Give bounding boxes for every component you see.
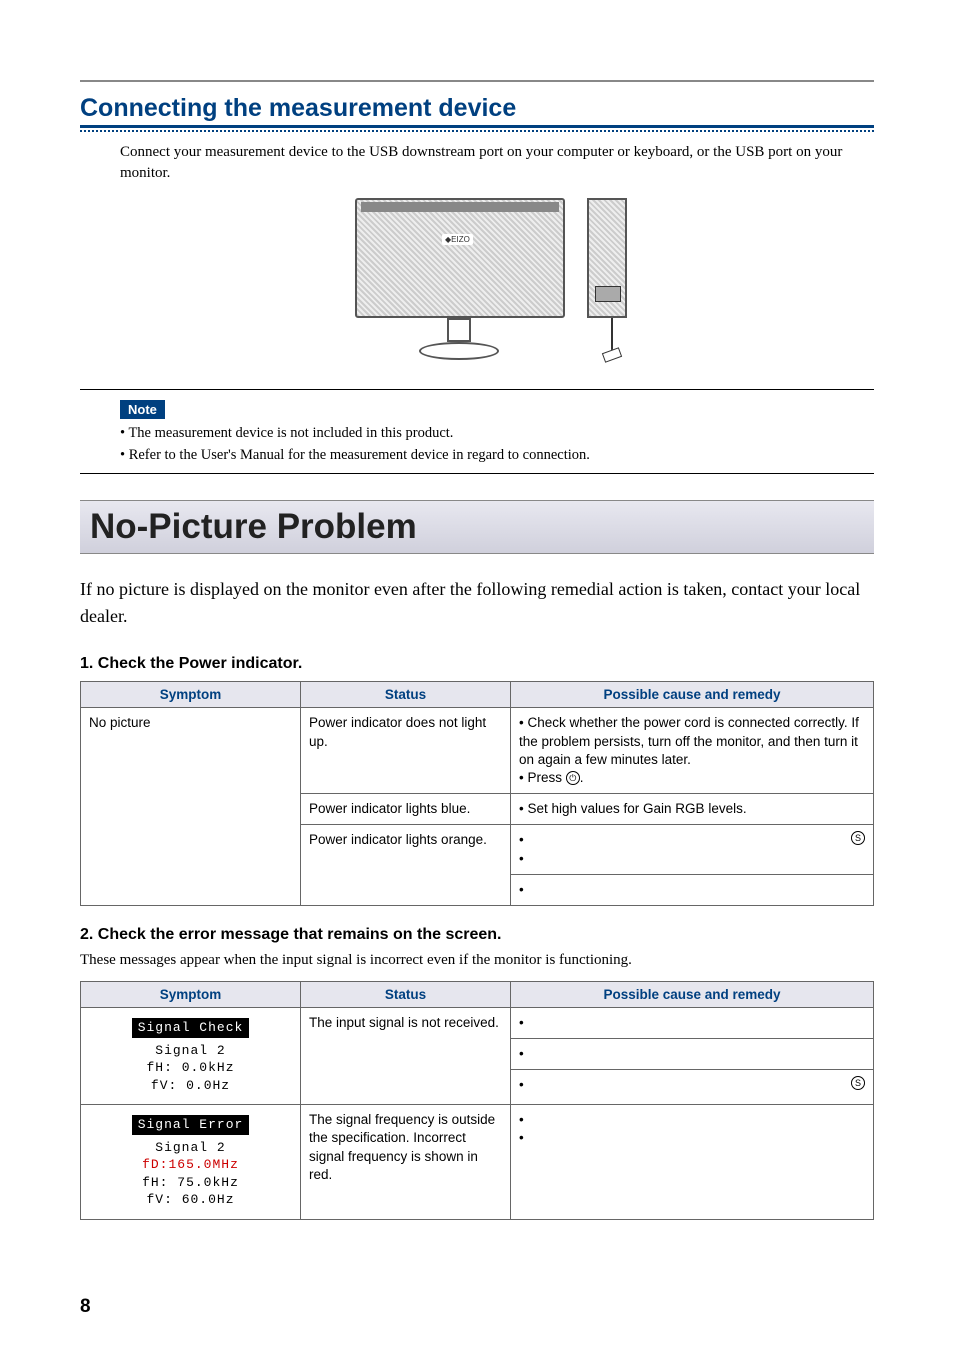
note-label: Note xyxy=(120,400,165,419)
sub2-note: These messages appear when the input sig… xyxy=(80,952,874,969)
table-row: No picture Power indicator does not ligh… xyxy=(81,708,874,794)
eizo-logo-icon: ◆EIZO xyxy=(442,234,473,245)
table-row: Signal Check Signal 2 fH: 0.0kHz fV: 0.0… xyxy=(81,1008,874,1105)
cell-status: Power indicator does not light up. xyxy=(301,708,511,794)
subhead-1: 1. Check the Power indicator. xyxy=(80,655,874,673)
s-button-icon: S xyxy=(851,1076,865,1090)
monitor-figure: ◆EIZO xyxy=(80,198,874,373)
cell-remedy: • • xyxy=(511,1105,874,1220)
col-status: Status xyxy=(301,982,511,1008)
usb-port-icon xyxy=(595,286,621,302)
signal-check-title: Signal Check xyxy=(132,1018,250,1038)
cell-symptom: Signal Error Signal 2 fD:165.0MHz fH: 75… xyxy=(81,1105,301,1220)
cell-status: The signal frequency is outside the spec… xyxy=(301,1105,511,1220)
table-power-indicator: Symptom Status Possible cause and remedy… xyxy=(80,681,874,906)
col-status: Status xyxy=(301,682,511,708)
cell-status: The input signal is not received. xyxy=(301,1008,511,1105)
usb-plug-icon xyxy=(602,347,622,363)
note-line: The measurement device is not included i… xyxy=(120,423,874,445)
cell-remedy: • S • xyxy=(511,825,874,874)
cell-status: Power indicator lights orange. xyxy=(301,825,511,906)
table-error-messages: Symptom Status Possible cause and remedy… xyxy=(80,981,874,1220)
section-heading: Connecting the measurement device xyxy=(80,94,874,128)
col-symptom: Symptom xyxy=(81,982,301,1008)
lead-text: If no picture is displayed on the monito… xyxy=(80,576,874,632)
signal-error-title: Signal Error xyxy=(132,1115,250,1135)
cell-symptom: Signal Check Signal 2 fH: 0.0kHz fV: 0.0… xyxy=(81,1008,301,1105)
cell-remedy: • Set high values for Gain RGB levels. xyxy=(511,794,874,825)
col-remedy: Possible cause and remedy xyxy=(511,982,874,1008)
power-icon: ⏻ xyxy=(566,771,580,785)
page-number: 8 xyxy=(80,1296,91,1318)
cell-status: Power indicator lights blue. xyxy=(301,794,511,825)
cell-remedy: • • • S xyxy=(511,1008,874,1105)
table-row: Signal Error Signal 2 fD:165.0MHz fH: 75… xyxy=(81,1105,874,1220)
s-button-icon: S xyxy=(851,831,865,845)
col-remedy: Possible cause and remedy xyxy=(511,682,874,708)
major-heading: No-Picture Problem xyxy=(80,500,874,554)
cell-remedy: • Check whether the power cord is connec… xyxy=(511,708,874,794)
note-line: Refer to the User's Manual for the measu… xyxy=(120,445,874,467)
note-body: The measurement device is not included i… xyxy=(120,423,874,467)
cell-remedy: • xyxy=(511,874,874,905)
subhead-2: 2. Check the error message that remains … xyxy=(80,926,874,944)
section-body-text: Connect your measurement device to the U… xyxy=(120,142,874,184)
cell-symptom: No picture xyxy=(81,708,301,906)
col-symptom: Symptom xyxy=(81,682,301,708)
